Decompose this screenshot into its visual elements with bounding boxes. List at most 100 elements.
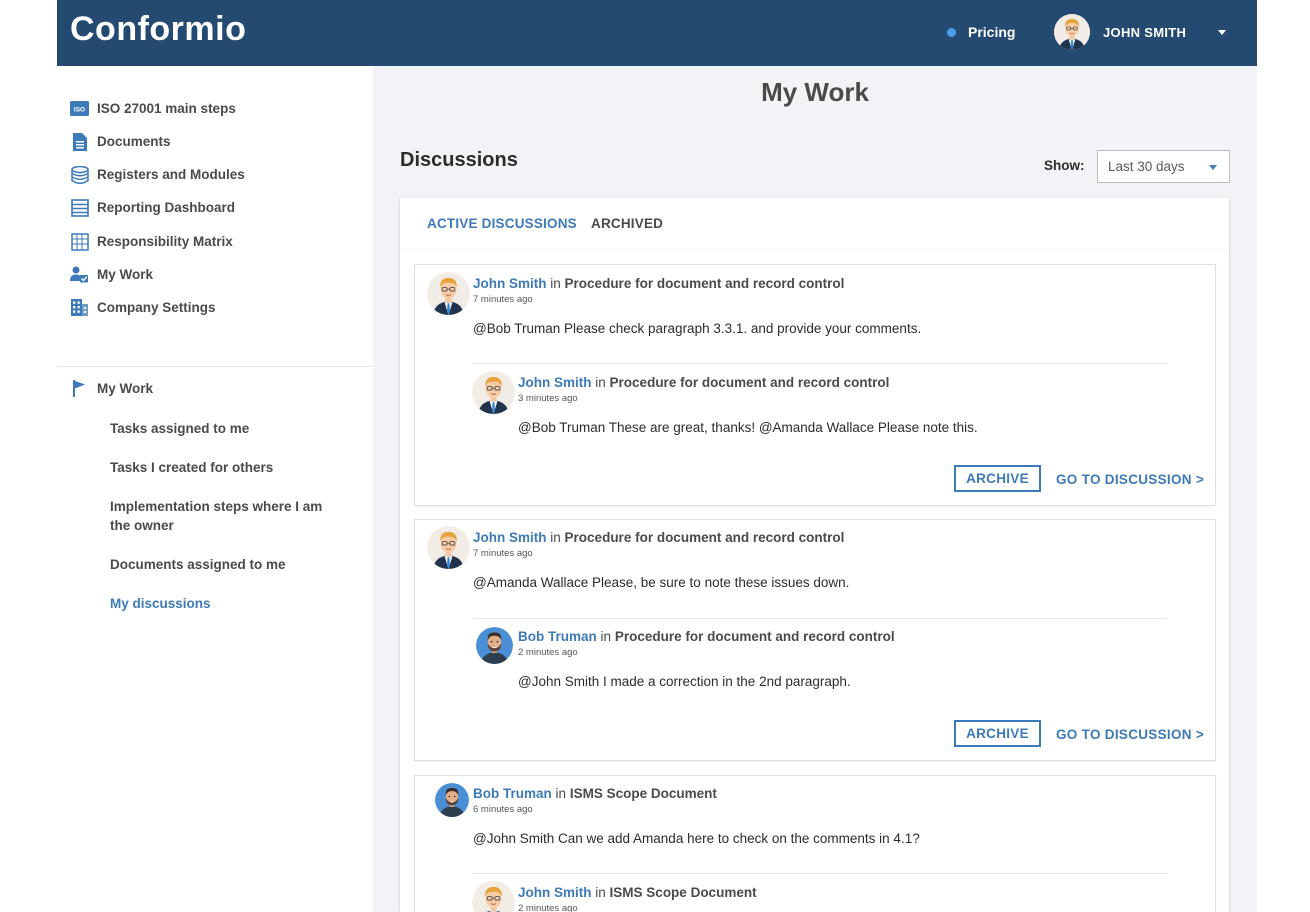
show-filter-label: Show:: [1044, 158, 1085, 173]
john-smith-avatar: [472, 371, 515, 414]
sidebar-item-label: ISO 27001 main steps: [97, 101, 236, 116]
comment-document[interactable]: ISMS Scope Document: [570, 786, 717, 801]
sidebar-item-my-work[interactable]: My Work: [70, 265, 153, 284]
reply-text: @John Smith I made a correction in the 2…: [518, 674, 851, 689]
iso-badge-icon: ISO: [70, 99, 89, 118]
sidebar-item-label: My Work: [97, 267, 154, 282]
comment-document[interactable]: Procedure for document and record contro…: [565, 276, 845, 291]
reply-text: @Bob Truman These are great, thanks! @Am…: [518, 420, 978, 435]
in-word: in: [600, 629, 612, 644]
sidebar-item-registers[interactable]: Registers and Modules: [70, 165, 245, 184]
reply-document[interactable]: Procedure for document and record contro…: [610, 375, 890, 390]
reply-divider: [473, 873, 1167, 874]
sidebar-item-reporting[interactable]: Reporting Dashboard: [70, 198, 235, 217]
sidebar-section-label: My Work: [97, 381, 154, 396]
discussion-card: John Smith in Procedure for document and…: [414, 264, 1216, 506]
reply-divider: [473, 618, 1167, 619]
reply-header: John Smith in Procedure for document and…: [518, 375, 889, 390]
john-smith-avatar: [427, 272, 470, 315]
sub-item-implementation-steps[interactable]: Implementation steps where I am the owne…: [110, 497, 325, 535]
user-check-icon: [70, 265, 89, 284]
comment-header: John Smith in Procedure for document and…: [473, 530, 844, 545]
comment-author[interactable]: John Smith: [473, 530, 547, 545]
reply-document[interactable]: Procedure for document and record contro…: [615, 629, 895, 644]
grid-icon: [70, 232, 89, 251]
in-word: in: [555, 786, 567, 801]
comment-text: @John Smith Can we add Amanda here to ch…: [473, 831, 920, 846]
archive-button[interactable]: ARCHIVE: [954, 465, 1041, 492]
discussions-heading: Discussions: [400, 149, 518, 171]
sub-item-my-discussions[interactable]: My discussions: [110, 594, 340, 613]
tab-active-discussions[interactable]: ACTIVE DISCUSSIONS: [427, 216, 577, 231]
app-window: Conformio Pricing JOHN SMITH ISO ISO 270…: [57, 0, 1257, 912]
sidebar-item-label: Company Settings: [97, 300, 216, 315]
go-to-discussion-link[interactable]: GO TO DISCUSSION >: [1056, 472, 1204, 487]
john-smith-avatar: [472, 881, 515, 912]
database-icon: [70, 165, 89, 184]
chevron-down-icon[interactable]: [1218, 29, 1227, 35]
in-word: in: [595, 375, 606, 390]
reply-time: 2 minutes ago: [518, 903, 578, 912]
archive-button[interactable]: ARCHIVE: [954, 720, 1041, 747]
user-menu[interactable]: JOHN SMITH: [1054, 14, 1227, 50]
comment-author[interactable]: Bob Truman: [473, 786, 552, 801]
go-to-discussion-link[interactable]: GO TO DISCUSSION >: [1056, 727, 1204, 742]
pricing-label: Pricing: [968, 24, 1016, 40]
building-icon: [70, 298, 89, 317]
discussion-card: John Smith in Procedure for document and…: [414, 519, 1216, 761]
comment-time: 6 minutes ago: [473, 804, 533, 815]
show-period-value: Last 30 days: [1108, 159, 1185, 174]
pricing-dot-icon: [947, 27, 956, 37]
conformio-logo[interactable]: Conformio: [70, 10, 246, 49]
reply-divider: [473, 363, 1167, 364]
sidebar-item-label: Documents: [97, 134, 171, 149]
discussion-tabs: ACTIVE DISCUSSIONS ARCHIVED: [400, 198, 1229, 250]
discussion-card: Bob Truman in ISMS Scope Document 6 minu…: [414, 775, 1216, 912]
comment-header: John Smith in Procedure for document and…: [473, 276, 844, 291]
page-title: My Work: [761, 77, 869, 107]
comment-time: 7 minutes ago: [473, 294, 533, 305]
comment-text: @Amanda Wallace Please, be sure to note …: [473, 575, 850, 590]
top-header: Conformio Pricing JOHN SMITH: [57, 0, 1257, 66]
comment-time: 7 minutes ago: [473, 548, 533, 559]
svg-text:ISO: ISO: [74, 107, 85, 114]
bob-truman-avatar: [435, 783, 469, 817]
reply-author[interactable]: John Smith: [518, 375, 592, 390]
user-name: JOHN SMITH: [1103, 24, 1187, 40]
sidebar-divider: [57, 366, 373, 367]
sub-item-tasks-created[interactable]: Tasks I created for others: [110, 458, 340, 477]
sidebar-item-label: Responsibility Matrix: [97, 234, 233, 249]
bob-truman-avatar: [476, 627, 513, 664]
in-word: in: [550, 530, 561, 545]
discussion-list: John Smith in Procedure for document and…: [400, 250, 1229, 912]
sidebar: ISO ISO 27001 main steps Documents Regis…: [57, 66, 373, 912]
in-word: in: [595, 885, 606, 900]
tab-archived[interactable]: ARCHIVED: [591, 216, 663, 231]
reply-document[interactable]: ISMS Scope Document: [610, 885, 757, 900]
john-smith-avatar: [427, 526, 470, 569]
sidebar-item-iso-steps[interactable]: ISO ISO 27001 main steps: [70, 99, 236, 118]
comment-document[interactable]: Procedure for document and record contro…: [565, 530, 845, 545]
sidebar-item-label: Registers and Modules: [97, 167, 245, 182]
reply-author[interactable]: John Smith: [518, 885, 592, 900]
reply-author[interactable]: Bob Truman: [518, 629, 597, 644]
pricing-link[interactable]: Pricing: [947, 24, 1015, 40]
comment-text: @Bob Truman Please check paragraph 3.3.1…: [473, 321, 922, 336]
sub-item-documents-assigned[interactable]: Documents assigned to me: [110, 555, 340, 574]
reply-header: John Smith in ISMS Scope Document: [518, 885, 757, 900]
comment-author[interactable]: John Smith: [473, 276, 547, 291]
sidebar-section-my-work[interactable]: My Work: [70, 379, 153, 398]
sidebar-item-responsibility[interactable]: Responsibility Matrix: [70, 232, 233, 251]
sidebar-item-company-settings[interactable]: Company Settings: [70, 298, 216, 317]
reply-header: Bob Truman in Procedure for document and…: [518, 629, 895, 644]
reply-time: 3 minutes ago: [518, 393, 578, 404]
flag-icon: [70, 379, 89, 398]
sidebar-item-documents[interactable]: Documents: [70, 132, 171, 151]
show-period-select[interactable]: Last 30 days: [1097, 150, 1230, 183]
chevron-down-icon: [1209, 165, 1217, 170]
reply-time: 2 minutes ago: [518, 647, 578, 658]
sub-item-tasks-assigned[interactable]: Tasks assigned to me: [110, 419, 340, 438]
list-icon: [70, 198, 89, 217]
comment-header: Bob Truman in ISMS Scope Document: [473, 786, 717, 801]
in-word: in: [550, 276, 561, 291]
